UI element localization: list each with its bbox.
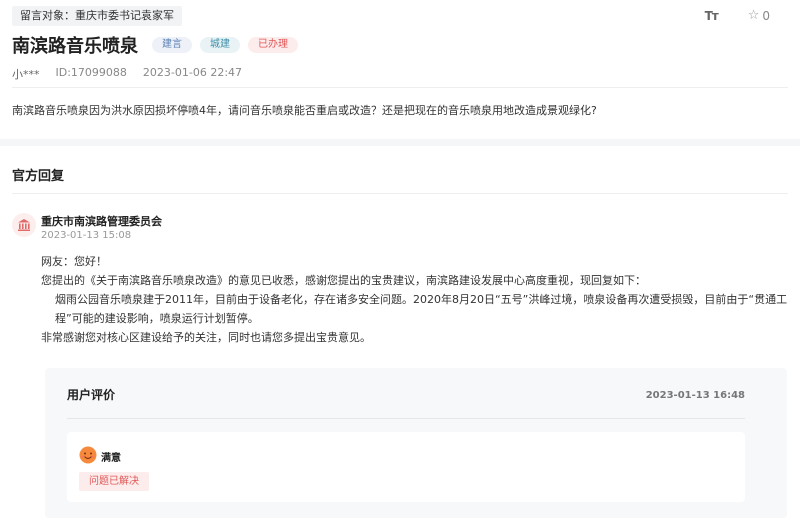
message-target-chip: 留言对象：重庆市委书记袁家军 <box>12 6 182 26</box>
message-content: 南滨路音乐喷泉因为洪水原因损坏停喷4年，请问音乐喷泉能否重启或改造？还是把现在的… <box>12 104 597 117</box>
message-time: 2023-01-06 22:47 <box>142 66 243 79</box>
smiley-face-icon <box>79 446 97 464</box>
star-count: 0 <box>762 8 770 23</box>
reply-paragraph: 非常感谢您对核心区建设给予的关注，同时也请您多提出宝贵意见。 <box>41 331 371 344</box>
message-meta: 小*** ID:17099088 2023-01-06 22:47 <box>12 66 242 82</box>
divider <box>12 193 788 194</box>
user-evaluation-panel: 用户评价 2023-01-13 16:48 满意 问题已解决 <box>45 368 787 518</box>
divider <box>12 87 788 88</box>
font-size-icon: Tт <box>704 8 719 23</box>
star-icon: ☆ <box>747 8 760 23</box>
reply-paragraph: 烟雨公园音乐喷泉建于2011年，目前由于设备老化，存在诸多安全问题。2020年8… <box>55 293 788 325</box>
evaluation-time: 2023-01-13 16:48 <box>645 390 745 401</box>
reply-body: 网友：您好！ 您提出的《关于南滨路音乐喷泉改造》的意见已收悉，感谢您提出的宝贵建… <box>41 252 788 347</box>
reply-time: 2023-01-13 15:08 <box>41 230 132 241</box>
tag-category[interactable]: 建言 <box>152 37 192 53</box>
divider <box>67 418 745 419</box>
message-id: ID:17099088 <box>55 66 127 79</box>
toolbar: Tт ☆ 0 <box>705 8 770 23</box>
page-title: 南滨路音乐喷泉 <box>12 36 138 57</box>
evaluation-title: 用户评价 <box>67 388 116 402</box>
rating-label: 满意 <box>101 453 121 464</box>
reply-paragraph: 您提出的《关于南滨路音乐喷泉改造》的意见已收悉，感谢您提出的宝贵建议，南滨路建设… <box>41 274 646 287</box>
reply-org-name: 重庆市南滨路管理委员会 <box>41 215 162 228</box>
official-reply-heading: 官方回复 <box>12 169 65 184</box>
section-separator <box>0 139 800 146</box>
font-size-button[interactable]: Tт <box>704 8 719 23</box>
tag-field[interactable]: 城建 <box>200 37 240 53</box>
evaluation-card: 满意 问题已解决 <box>67 432 745 502</box>
title-row: 南滨路音乐喷泉 建言 城建 已办理 <box>12 32 298 58</box>
favorite-button[interactable]: ☆ 0 <box>748 8 770 23</box>
message-user: 小*** <box>12 68 40 81</box>
reply-paragraph: 网友：您好！ <box>41 255 107 268</box>
government-building-icon <box>12 213 36 237</box>
resolved-badge: 问题已解决 <box>79 472 149 491</box>
tag-status: 已办理 <box>248 37 298 53</box>
